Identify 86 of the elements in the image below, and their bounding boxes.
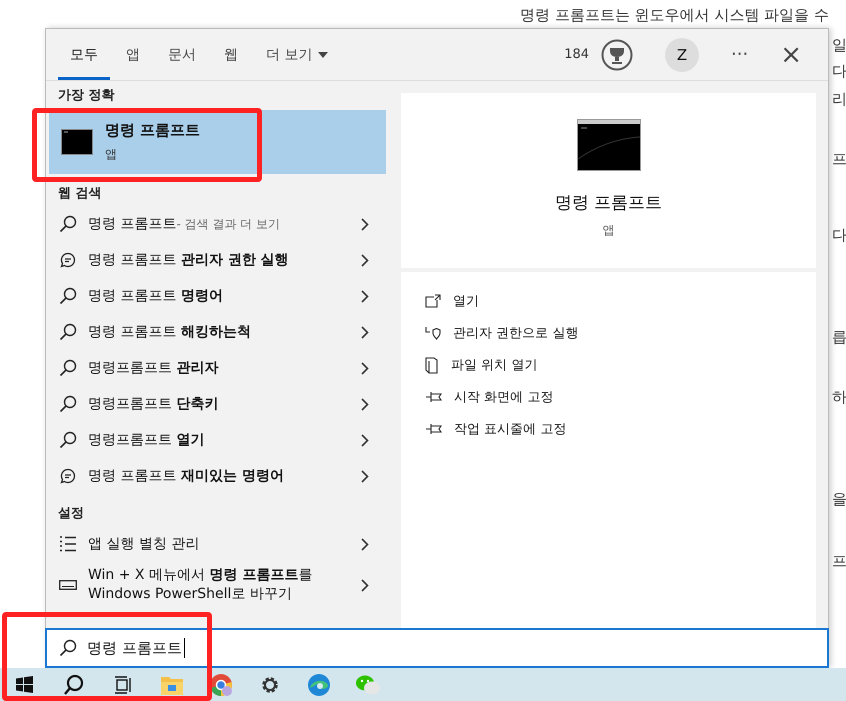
preview-subtitle: 앱	[602, 222, 614, 239]
result-item[interactable]: 명령 프롬프트 관리자 권한 실행	[46, 242, 389, 278]
chevron-icon[interactable]	[361, 254, 369, 266]
chevron-icon[interactable]	[361, 326, 369, 338]
search-icon	[59, 639, 77, 657]
result-text: 명령프롬프트 단축키	[88, 394, 220, 414]
chat-bubble-icon	[60, 252, 76, 268]
result-text: Win + X 메뉴에서 명령 프롬프트를 Windows PowerShell로 바꾸기	[88, 566, 314, 604]
trophy-icon[interactable]	[601, 38, 634, 70]
article-text: 릅	[832, 328, 846, 347]
article-text: 프	[832, 552, 846, 571]
result-item[interactable]: 명령프롬프트 관리자	[46, 350, 389, 386]
result-item[interactable]: 명령프롬프트 열기	[46, 422, 389, 458]
start-icon[interactable]	[16, 676, 33, 693]
search-icon	[59, 359, 77, 377]
app-title: 명령 프롬프트	[105, 121, 200, 140]
search-field[interactable]: 명령 프롬프트	[45, 628, 829, 668]
chevron-icon[interactable]	[361, 290, 369, 302]
folder-icon	[425, 356, 439, 374]
action-item[interactable]: 관리자 권한으로 실행	[425, 320, 792, 346]
result-text: 명령 프롬프트 명령어	[88, 286, 224, 306]
search-icon	[59, 287, 77, 305]
best-match-item[interactable]: 명령 프롬프트 앱	[49, 110, 386, 174]
result-item[interactable]: 명령 프롬프트 해킹하는척	[46, 314, 389, 350]
result-item[interactable]: 명령 프롬프트- 검색 결과 더 보기	[46, 206, 389, 242]
task-view-icon[interactable]	[114, 676, 132, 694]
tab[interactable]: 모두	[58, 29, 110, 80]
pin-icon	[425, 391, 442, 403]
result-item[interactable]: 앱 실행 별칭 관리	[46, 526, 389, 562]
article-text: 명령 프롬프트는 윈도우에서 시스템 파일을 수	[520, 6, 829, 25]
result-text: 명령 프롬프트 해킹하는척	[88, 322, 252, 342]
preview-title: 명령 프롬프트	[554, 192, 662, 214]
result-item[interactable]: 명령프롬프트 단축키	[46, 386, 389, 422]
result-text: 명령프롬프트 열기	[88, 430, 206, 450]
search-icon	[59, 215, 77, 233]
search-icon	[59, 323, 77, 341]
result-text: 명령 프롬프트 재미있는 명령어	[88, 466, 285, 486]
article-text: 일	[832, 36, 846, 55]
points-count: 184	[564, 47, 590, 62]
folder-icon[interactable]	[160, 674, 182, 694]
section-heading: 설정	[57, 505, 85, 523]
open-window-icon	[425, 294, 441, 308]
result-text: 명령 프롬프트 관리자 권한 실행	[88, 250, 290, 270]
gear-icon[interactable]	[260, 674, 280, 694]
search-icon[interactable]	[62, 674, 84, 696]
action-item[interactable]: 작업 표시줄에 고정	[425, 416, 792, 442]
app-type: 앱	[105, 146, 118, 163]
terminal-icon	[576, 119, 640, 171]
result-item[interactable]: Win + X 메뉴에서 명령 프롬프트를 Windows PowerShell로 바꾸기	[46, 562, 389, 608]
tab[interactable]: 문서	[156, 29, 208, 80]
action-item[interactable]: 파일 위치 열기	[425, 352, 792, 378]
search-icon	[59, 431, 77, 449]
action-item[interactable]: 시작 화면에 고정	[425, 384, 792, 410]
shield-icon	[425, 326, 441, 340]
article-text: 을	[832, 490, 846, 509]
section-heading: 웹 검색	[57, 185, 103, 203]
pin-icon	[425, 423, 442, 435]
chat-bubble-icon	[60, 468, 76, 484]
tab[interactable]: 더 보기	[254, 29, 340, 80]
chevron-icon[interactable]	[361, 398, 369, 410]
article-text: 리	[832, 90, 846, 109]
close-button[interactable]: ×	[774, 40, 808, 70]
action-item[interactable]: 열기	[425, 288, 792, 314]
chevron-icon[interactable]	[361, 538, 369, 550]
more-button[interactable]: ···	[725, 44, 754, 65]
article-text: 프	[832, 150, 846, 169]
result-text: 명령 프롬프트- 검색 결과 더 보기	[88, 214, 282, 234]
chevron-icon[interactable]	[361, 362, 369, 374]
keyboard-icon	[59, 580, 77, 590]
result-text: 명령프롬프트 관리자	[88, 358, 220, 378]
caret-icon	[318, 52, 328, 58]
browser-icon[interactable]	[306, 672, 330, 696]
result-item[interactable]: 명령 프롬프트 재미있는 명령어	[46, 458, 389, 494]
avatar[interactable]: Z	[665, 38, 700, 72]
terminal-icon	[61, 129, 93, 155]
list-icon	[59, 536, 77, 552]
chevron-icon[interactable]	[361, 578, 369, 592]
tab[interactable]: 웹	[212, 29, 250, 80]
section-heading: 가장 정확	[57, 87, 116, 105]
chevron-icon[interactable]	[361, 470, 369, 482]
search-icon	[59, 395, 77, 413]
chevron-icon[interactable]	[361, 434, 369, 446]
tab[interactable]: 앱	[114, 29, 152, 80]
result-item[interactable]: 명령 프롬프트 명령어	[46, 278, 389, 314]
chevron-icon[interactable]	[361, 218, 369, 230]
result-text: 앱 실행 별칭 관리	[88, 534, 200, 554]
